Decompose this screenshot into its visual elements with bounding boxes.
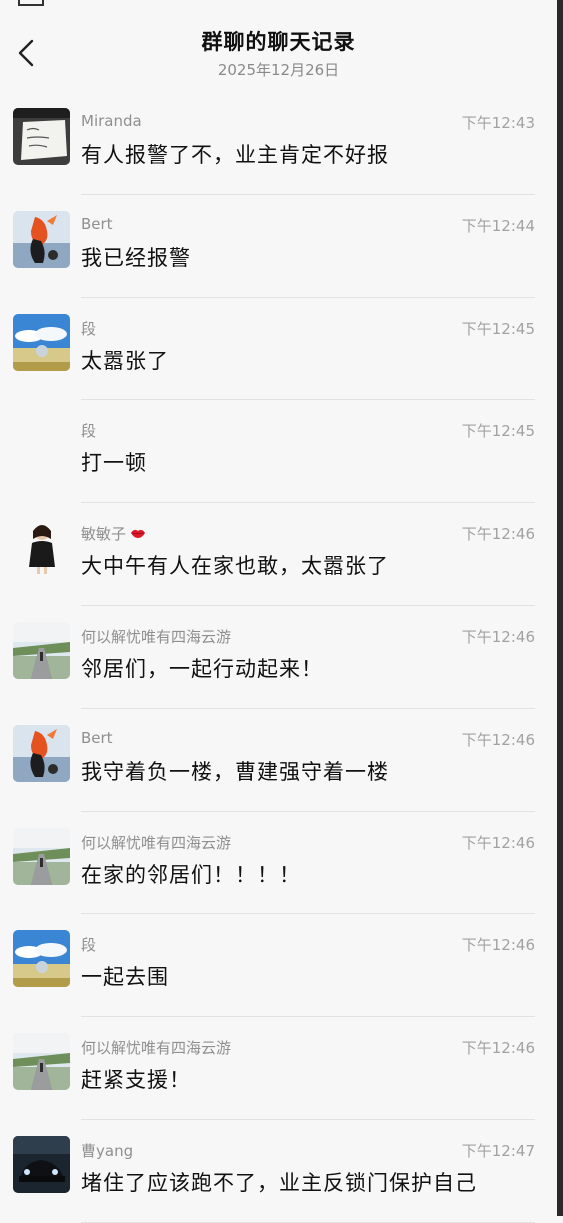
sender-name: 何以解忧唯有四海云游 bbox=[81, 832, 231, 853]
sender-name-text: 何以解忧唯有四海云游 bbox=[81, 833, 232, 852]
sender-name-text: Bert bbox=[81, 728, 113, 747]
sender-name: Bert bbox=[81, 215, 113, 233]
sender-name: 敏敏子 bbox=[81, 523, 146, 544]
message-time: 下午12:46 bbox=[461, 936, 535, 955]
message-text: 赶紧支援！ bbox=[81, 1068, 191, 1093]
message-time: 下午12:47 bbox=[461, 1141, 535, 1160]
sender-name-text: 曹yang bbox=[81, 1141, 134, 1160]
avatar[interactable] bbox=[13, 827, 70, 885]
sender-name-text: 段 bbox=[81, 936, 97, 955]
message-item[interactable]: 何以解忧唯有四海云游 下午12:46 邻居们，一起行动起来！ bbox=[0, 606, 557, 709]
sender-name-text: Miranda bbox=[81, 112, 142, 130]
sender-name: Bert bbox=[81, 729, 113, 747]
message-item[interactable]: 段 下午12:46 一起去围 bbox=[0, 914, 557, 1018]
message-item[interactable]: 何以解忧唯有四海云游 下午12:46 赶紧支援！ bbox=[0, 1017, 557, 1120]
sender-name-text: 何以解忧唯有四海云游 bbox=[81, 1039, 232, 1058]
sender-name-text: Bert bbox=[81, 214, 113, 233]
message-time: 下午12:46 bbox=[461, 1039, 535, 1058]
message-time: 下午12:46 bbox=[461, 730, 535, 749]
sender-name-text: 敏敏子 bbox=[81, 525, 127, 544]
message-item[interactable]: 曹yang 下午12:47 堵住了应该跑不了，业主反锁门保护自己 bbox=[0, 1120, 557, 1223]
avatar[interactable] bbox=[13, 313, 70, 371]
sender-name: 何以解忧唯有四海云游 bbox=[81, 1037, 231, 1058]
sender-name-text: 段 bbox=[81, 422, 97, 441]
avatar[interactable] bbox=[13, 930, 70, 988]
message-item[interactable]: Miranda 下午12:43 有人报警了不，业主肯定不好报 bbox=[0, 92, 557, 195]
page-title: 群聊的聊天记录 bbox=[201, 30, 356, 54]
message-text: 邻居们，一起行动起来！ bbox=[81, 656, 323, 681]
message-text: 我守着负一楼，曹建强守着一楼 bbox=[81, 759, 389, 784]
message-text: 太嚣张了 bbox=[81, 348, 169, 373]
avatar[interactable] bbox=[13, 519, 70, 577]
avatar[interactable] bbox=[13, 1135, 70, 1193]
message-text: 有人报警了不，业主肯定不好报 bbox=[81, 143, 389, 167]
sender-name: 段 bbox=[81, 420, 96, 441]
message-item[interactable]: 敏敏子 下午12:46 大中午有人在家也敢，太嚣张了 bbox=[0, 503, 557, 606]
message-item[interactable]: Bert 下午12:46 我守着负一楼，曹建强守着一楼 bbox=[0, 709, 557, 812]
avatar bbox=[13, 416, 70, 473]
avatar[interactable] bbox=[13, 108, 70, 165]
message-time: 下午12:43 bbox=[461, 114, 535, 132]
avatar[interactable] bbox=[13, 1033, 70, 1091]
sender-name: 曹yang bbox=[81, 1140, 133, 1161]
message-list: Miranda 下午12:43 有人报警了不，业主肯定不好报 Bert 下午12:44 我… bbox=[0, 92, 557, 1223]
chat-history-header: 群聊的聊天记录 2025年12月26日 bbox=[0, 0, 557, 92]
message-time: 下午12:46 bbox=[461, 627, 535, 646]
avatar[interactable] bbox=[13, 621, 70, 679]
message-time: 下午12:46 bbox=[461, 833, 535, 852]
lips-emoji-icon bbox=[130, 525, 146, 543]
sender-name-text: 段 bbox=[81, 319, 97, 338]
message-time: 下午12:46 bbox=[461, 525, 535, 544]
message-item[interactable]: 段 下午12:45 打一顿 bbox=[0, 400, 557, 504]
sender-name: 段 bbox=[81, 934, 96, 955]
sender-name: Miranda bbox=[81, 112, 142, 130]
chat-date: 2025年12月26日 bbox=[217, 61, 340, 79]
sender-name-text: 何以解忧唯有四海云游 bbox=[81, 627, 232, 646]
message-item[interactable]: 何以解忧唯有四海云游 下午12:46 在家的邻居们！！！！ bbox=[0, 812, 557, 915]
message-text: 一起去围 bbox=[81, 965, 169, 990]
message-text: 堵住了应该跑不了，业主反锁门保护自己 bbox=[81, 1170, 477, 1195]
avatar[interactable] bbox=[13, 724, 70, 782]
screen-edge bbox=[557, 0, 563, 1216]
message-text: 我已经报警 bbox=[81, 245, 191, 270]
avatar[interactable] bbox=[13, 210, 70, 268]
message-time: 下午12:44 bbox=[461, 216, 535, 235]
message-text: 打一顿 bbox=[81, 451, 147, 476]
message-text: 大中午有人在家也敢，太嚣张了 bbox=[81, 554, 389, 579]
message-time: 下午12:45 bbox=[461, 319, 535, 338]
message-time: 下午12:45 bbox=[461, 422, 535, 441]
message-item[interactable]: 段 下午12:45 太嚣张了 bbox=[0, 298, 557, 401]
sender-name: 何以解忧唯有四海云游 bbox=[81, 626, 231, 647]
message-text: 在家的邻居们！！！！ bbox=[81, 862, 301, 887]
message-item[interactable]: Bert 下午12:44 我已经报警 bbox=[0, 195, 557, 298]
sender-name: 段 bbox=[81, 318, 96, 339]
